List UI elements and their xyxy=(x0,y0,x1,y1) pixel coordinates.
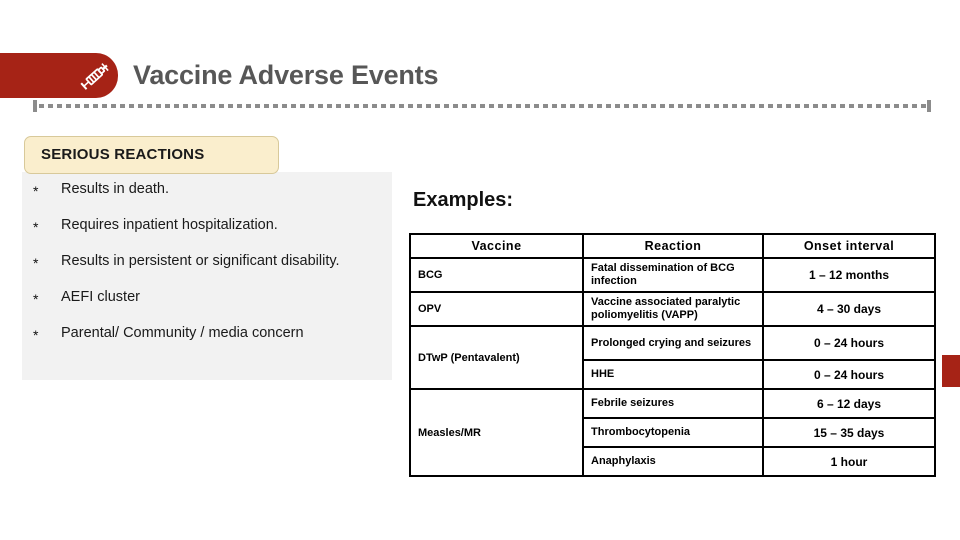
examples-heading: Examples: xyxy=(413,189,514,211)
bottom-right-accent-bar xyxy=(942,355,960,387)
page-title: Vaccine Adverse Events xyxy=(133,60,439,90)
list-item: * Requires inpatient hospitalization. xyxy=(22,216,394,237)
cell-reaction: HHE xyxy=(582,359,764,390)
cell-vaccine: Measles/MR xyxy=(409,388,584,477)
cell-onset: 1 hour xyxy=(762,446,936,477)
column-header-vaccine: Vaccine xyxy=(409,233,584,259)
bullet-marker-icon: * xyxy=(33,327,39,343)
list-item-label: Results in persistent or significant dis… xyxy=(61,253,340,269)
cell-vaccine: DTwP (Pentavalent) xyxy=(409,325,584,390)
table-row: Measles/MR Febrile seizures 6 – 12 days xyxy=(409,388,936,477)
list-item-label: Parental/ Community / media concern xyxy=(61,325,304,341)
bullet-marker-icon: * xyxy=(33,219,39,235)
list-item: * Parental/ Community / media concern xyxy=(22,324,394,345)
list-item: * AEFI cluster xyxy=(22,288,394,309)
column-header-reaction: Reaction xyxy=(582,233,764,259)
divider-cap-right xyxy=(927,100,931,112)
table-header-row: Vaccine Reaction Onset interval xyxy=(409,233,936,259)
slide-header: Vaccine Adverse Events xyxy=(0,53,960,99)
cell-vaccine: OPV xyxy=(409,291,584,327)
cell-reaction: Prolonged crying and seizures xyxy=(582,325,764,361)
table-row: OPV Vaccine associated paralytic poliomy… xyxy=(409,291,936,327)
bullet-marker-icon: * xyxy=(33,183,39,199)
list-item-label: Results in death. xyxy=(61,181,170,197)
list-item-label: Requires inpatient hospitalization. xyxy=(61,217,278,233)
divider-dotted-line xyxy=(39,104,927,108)
cell-reaction: Vaccine associated paralytic poliomyelit… xyxy=(582,291,764,327)
adverse-events-table: Vaccine Reaction Onset interval BCG Fata… xyxy=(409,233,936,477)
cell-vaccine: BCG xyxy=(409,257,584,293)
cell-onset: 15 – 35 days xyxy=(762,417,936,448)
header-divider xyxy=(33,100,933,112)
syringe-icon xyxy=(80,63,109,90)
list-item: * Results in death. xyxy=(22,180,394,201)
bullet-marker-icon: * xyxy=(33,255,39,271)
cell-reaction: Fatal dissemination of BCG infection xyxy=(582,257,764,293)
serious-reactions-callout: SERIOUS REACTIONS xyxy=(24,136,279,174)
serious-reactions-label: SERIOUS REACTIONS xyxy=(41,146,205,163)
cell-onset: 4 – 30 days xyxy=(762,291,936,327)
table-row: BCG Fatal dissemination of BCG infection… xyxy=(409,257,936,293)
list-item: * Results in persistent or significant d… xyxy=(22,252,394,273)
column-header-onset-interval: Onset interval xyxy=(762,233,936,259)
divider-cap-left xyxy=(33,100,37,112)
cell-reaction: Anaphylaxis xyxy=(582,446,764,477)
cell-reaction: Febrile seizures xyxy=(582,388,764,419)
list-item-label: AEFI cluster xyxy=(61,289,140,305)
cell-onset: 6 – 12 days xyxy=(762,388,936,419)
cell-onset: 1 – 12 months xyxy=(762,257,936,293)
serious-reactions-bullet-list: * Results in death. * Requires inpatient… xyxy=(22,180,394,360)
cell-onset: 0 – 24 hours xyxy=(762,359,936,390)
cell-reaction: Thrombocytopenia xyxy=(582,417,764,448)
table-row: DTwP (Pentavalent) Prolonged crying and … xyxy=(409,325,936,390)
cell-onset: 0 – 24 hours xyxy=(762,325,936,361)
bullet-marker-icon: * xyxy=(33,291,39,307)
